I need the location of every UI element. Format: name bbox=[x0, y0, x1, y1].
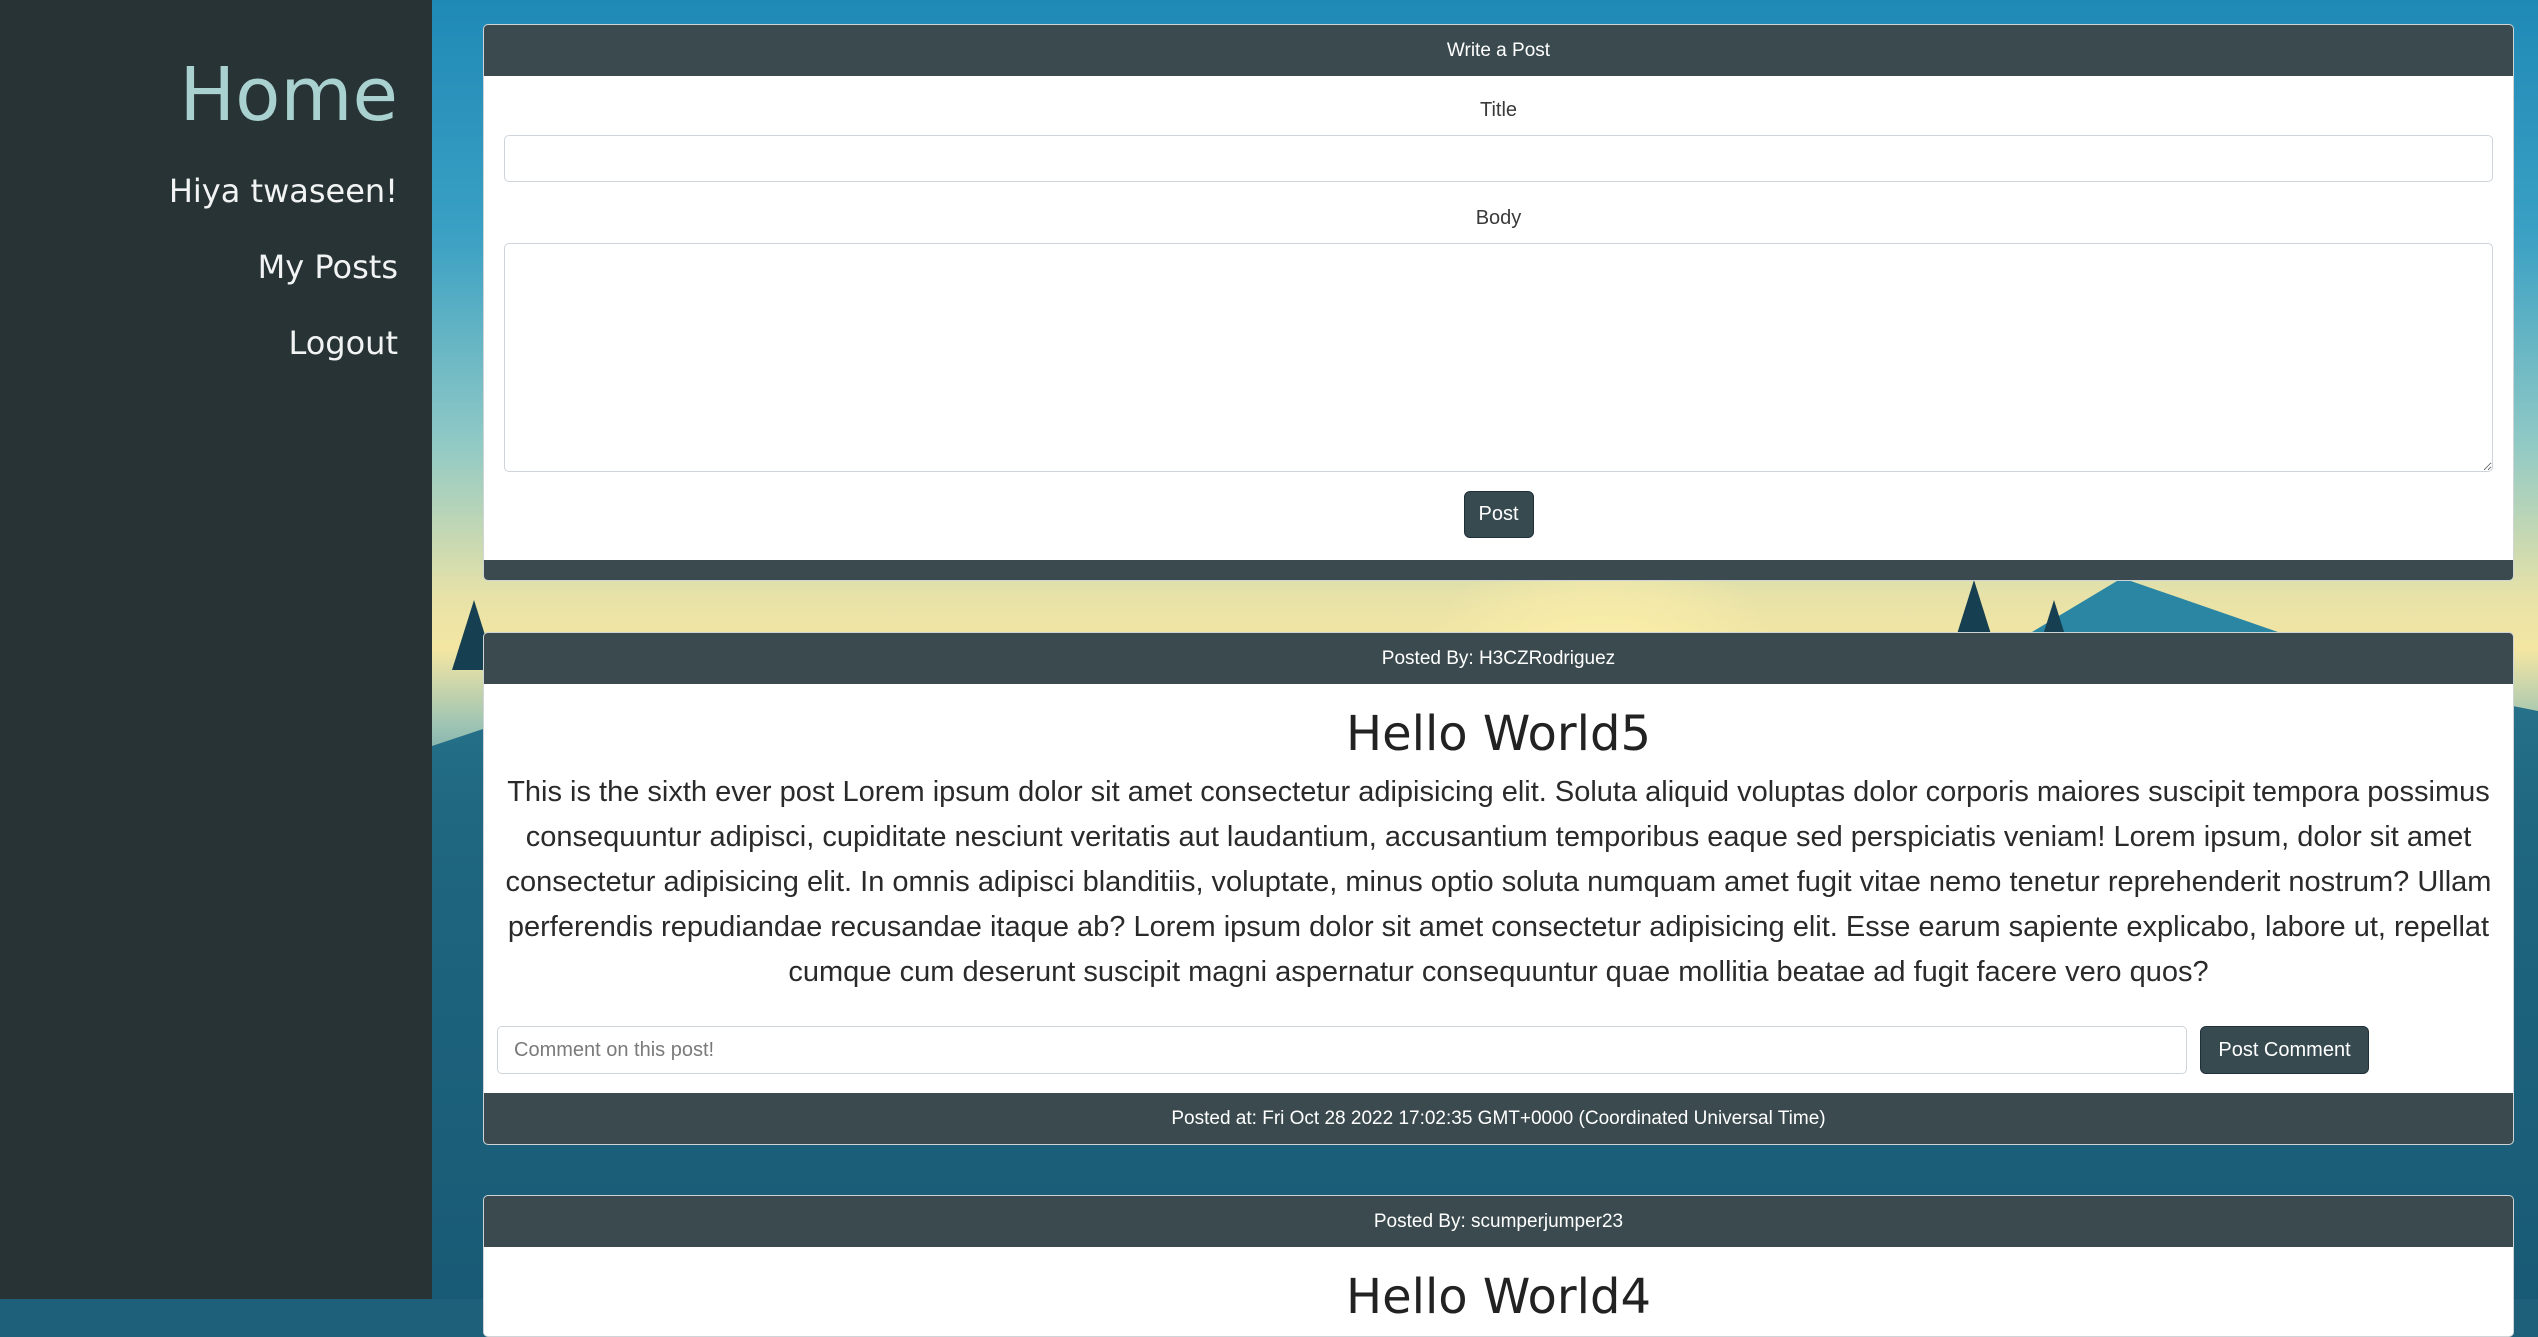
comment-input[interactable] bbox=[497, 1026, 2187, 1074]
my-posts-link[interactable]: My Posts bbox=[258, 248, 398, 286]
logout-link[interactable]: Logout bbox=[288, 324, 398, 362]
write-post-footer bbox=[484, 560, 2513, 580]
sidebar: Home Hiya twaseen! My Posts Logout bbox=[0, 0, 432, 1299]
post-card: Posted By: H3CZRodriguez Hello World5 Th… bbox=[483, 632, 2514, 1145]
post-button[interactable]: Post bbox=[1463, 491, 1534, 538]
post-timestamp: Posted at: Fri Oct 28 2022 17:02:35 GMT+… bbox=[484, 1093, 2513, 1144]
post-author: Posted By: scumperjumper23 bbox=[484, 1196, 2513, 1247]
comment-form: Post Comment bbox=[484, 1026, 2513, 1074]
body-label: Body bbox=[1475, 207, 1522, 229]
title-label: Title bbox=[1479, 99, 1518, 121]
greeting-link[interactable]: Hiya twaseen! bbox=[169, 172, 398, 210]
post-title: Hello World4 bbox=[1345, 1269, 1651, 1325]
write-post-header: Write a Post bbox=[484, 25, 2513, 76]
post-comment-button[interactable]: Post Comment bbox=[2200, 1026, 2369, 1074]
write-post-card: Write a Post Title Body Post bbox=[483, 24, 2514, 581]
home-title[interactable]: Home bbox=[179, 52, 398, 138]
post-author: Posted By: H3CZRodriguez bbox=[484, 633, 2513, 684]
post-body: This is the sixth ever post Lorem ipsum … bbox=[505, 776, 2492, 988]
post-card: Posted By: scumperjumper23 Hello World4 bbox=[483, 1195, 2514, 1337]
body-textarea[interactable] bbox=[504, 243, 2493, 472]
post-title: Hello World5 bbox=[1345, 706, 1651, 762]
title-input[interactable] bbox=[504, 135, 2493, 182]
